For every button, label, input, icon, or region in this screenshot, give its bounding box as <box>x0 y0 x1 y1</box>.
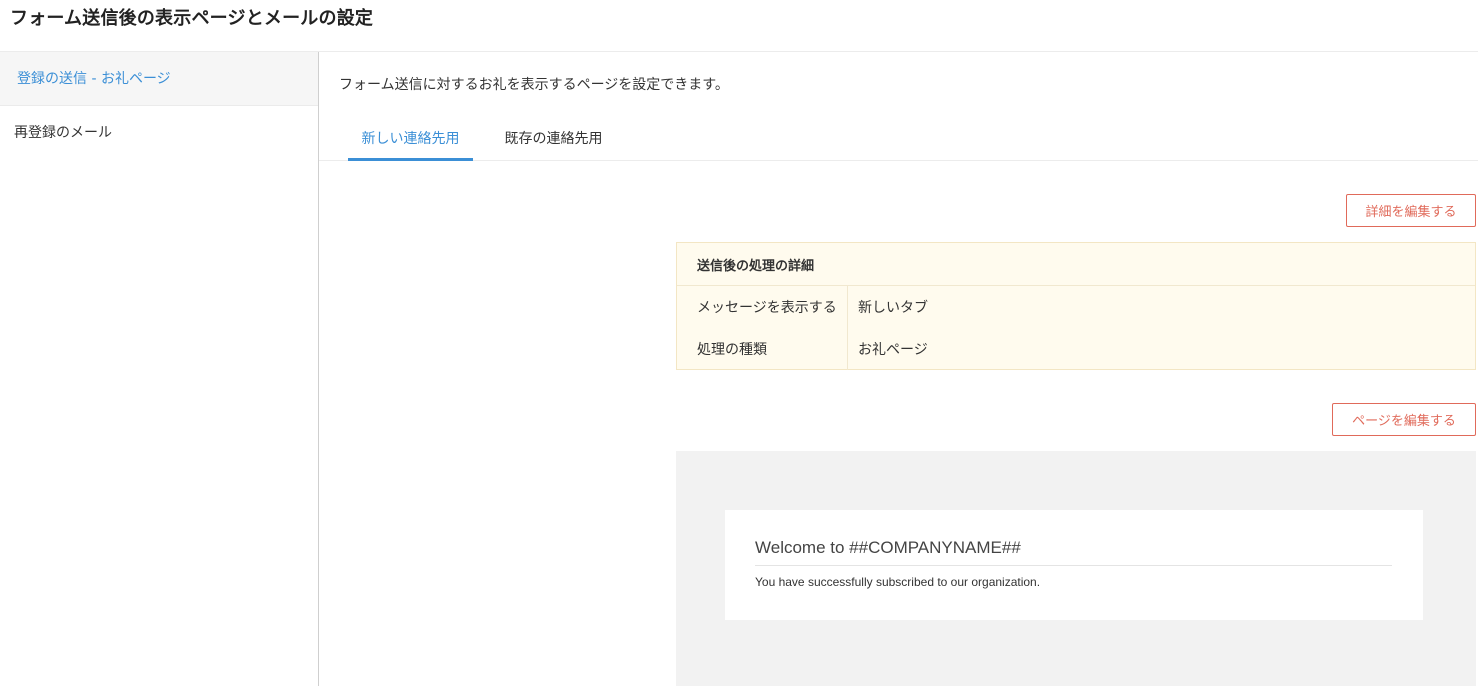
edit-details-button[interactable]: 詳細を編集する <box>1346 194 1476 227</box>
tab-bar: 新しい連絡先用 既存の連絡先用 <box>319 112 1478 161</box>
sidebar-item-thank-you-page[interactable]: 登録の送信 - お礼ページ <box>0 52 318 106</box>
details-value-display-message: 新しいタブ <box>858 300 928 316</box>
main-content: フォーム送信に対するお礼を表示するページを設定できます。 新しい連絡先用 既存の… <box>319 52 1478 686</box>
page-title: フォーム送信後の表示ページとメールの設定 <box>10 8 374 29</box>
details-panel: 送信後の処理の詳細 メッセージを表示する 新しいタブ 処理の種類 お礼ページ <box>676 242 1476 370</box>
details-label-display-message: メッセージを表示する <box>697 300 837 316</box>
preview-divider <box>755 565 1392 566</box>
details-divider <box>677 285 1475 286</box>
preview-heading: Welcome to ##COMPANYNAME## <box>755 538 1021 557</box>
page-description: フォーム送信に対するお礼を表示するページを設定できます。 <box>339 77 729 93</box>
details-column-divider <box>847 286 848 370</box>
edit-page-button[interactable]: ページを編集する <box>1332 403 1476 436</box>
tab-new-contacts[interactable]: 新しい連絡先用 <box>348 112 473 161</box>
details-value-action-type: お礼ページ <box>858 342 928 358</box>
page-preview: Welcome to ##COMPANYNAME## You have succ… <box>676 451 1476 686</box>
preview-card: Welcome to ##COMPANYNAME## You have succ… <box>725 510 1423 620</box>
details-title: 送信後の処理の詳細 <box>697 259 815 274</box>
details-label-action-type: 処理の種類 <box>697 342 767 358</box>
sidebar-item-resubscribe-email[interactable]: 再登録のメール <box>0 122 318 146</box>
preview-text: You have successfully subscribed to our … <box>755 575 1041 589</box>
sidebar: 登録の送信 - お礼ページ 再登録のメール <box>0 52 319 686</box>
page-header: フォーム送信後の表示ページとメールの設定 <box>0 0 1478 52</box>
tab-existing-contacts[interactable]: 既存の連絡先用 <box>491 112 616 161</box>
